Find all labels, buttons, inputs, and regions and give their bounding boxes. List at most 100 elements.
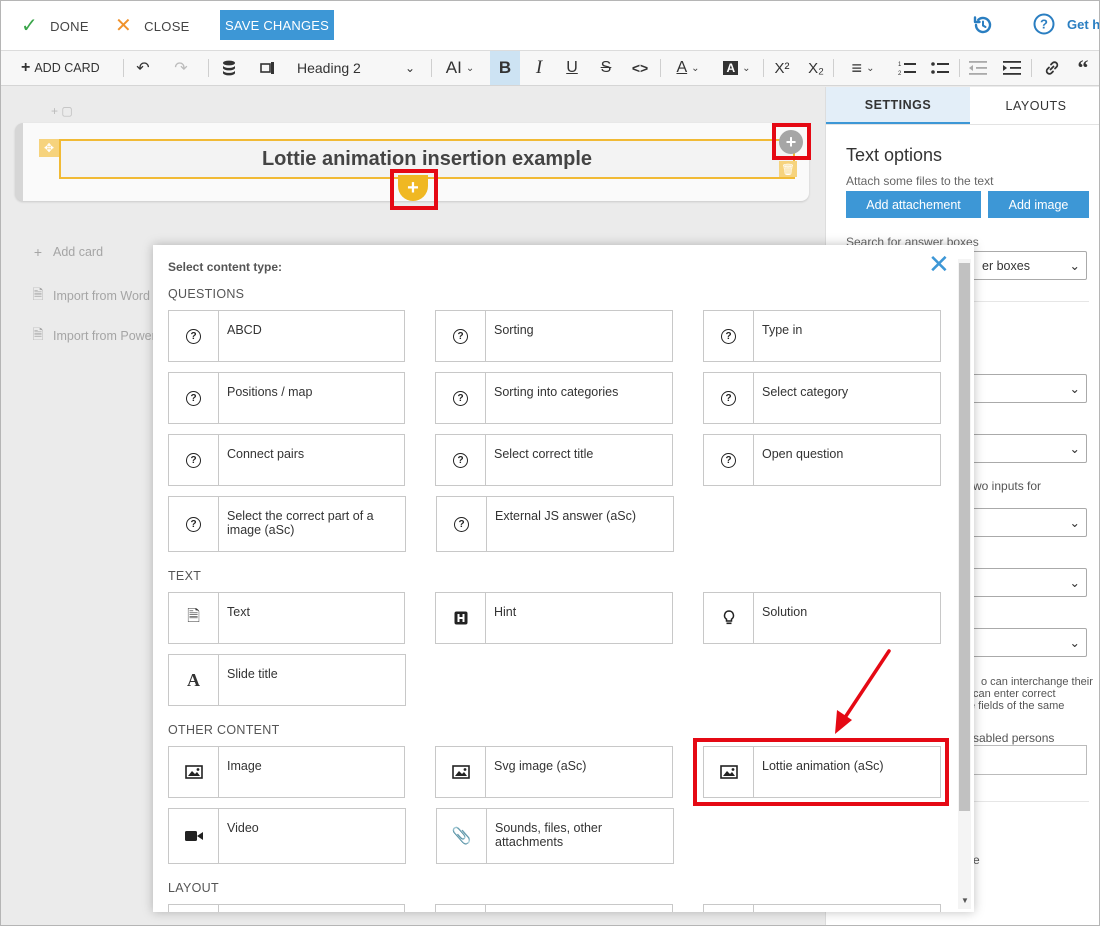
- option-connect-pairs[interactable]: ? Connect pairs: [168, 434, 405, 486]
- text-color-icon: A: [676, 59, 688, 76]
- check-icon: ✓: [21, 15, 39, 37]
- small-add-icon[interactable]: + ▢: [51, 104, 73, 118]
- trash-icon[interactable]: 🗑: [779, 161, 797, 177]
- option-layout-1[interactable]: [168, 904, 405, 912]
- option-video[interactable]: Video: [168, 808, 406, 864]
- add-card-link[interactable]: + Add card: [31, 244, 103, 260]
- option-label: Select correct title: [494, 447, 594, 461]
- disabled-input[interactable]: [961, 745, 1087, 775]
- text-color-button[interactable]: A ⌄: [668, 51, 708, 85]
- move-icon[interactable]: ✥: [39, 139, 59, 157]
- option-positions-map[interactable]: ? Positions / map: [168, 372, 405, 424]
- option-hint[interactable]: Hint: [435, 592, 673, 644]
- option-type-in[interactable]: ? Type in: [703, 310, 941, 362]
- settings-select-2[interactable]: ⌄: [961, 434, 1087, 463]
- video-camera-icon: [184, 831, 203, 841]
- subscript-button[interactable]: X₂: [805, 51, 827, 85]
- italic-button[interactable]: I: [528, 51, 550, 85]
- insert-object-icon[interactable]: [258, 51, 278, 85]
- option-select-category[interactable]: ? Select category: [703, 372, 941, 424]
- import-power-link[interactable]: 🗎 Import from Power: [31, 324, 155, 348]
- option-external-js[interactable]: ? External JS answer (aSc): [436, 496, 674, 552]
- tab-layouts[interactable]: LAYOUTS: [970, 87, 1099, 124]
- plus-icon: +: [21, 59, 31, 76]
- history-icon[interactable]: [971, 13, 995, 37]
- option-solution[interactable]: Solution: [703, 592, 941, 644]
- redo-icon[interactable]: ↷: [171, 51, 191, 85]
- attach-text: Attach some files to the text: [846, 174, 994, 188]
- add-image-button[interactable]: Add image: [988, 191, 1089, 218]
- option-label: Video: [227, 821, 259, 835]
- add-card-text: Add card: [53, 245, 104, 259]
- option-sorting-categories[interactable]: ? Sorting into categories: [435, 372, 673, 424]
- option-layout-3[interactable]: [703, 904, 941, 912]
- add-attachment-button[interactable]: Add attachement: [846, 191, 981, 218]
- help-label: Get he: [1067, 16, 1100, 32]
- settings-select-1[interactable]: ⌄: [961, 374, 1087, 403]
- image-icon: [184, 765, 203, 779]
- paperclip-icon: 📎: [451, 828, 472, 845]
- option-slide-title[interactable]: A Slide title: [168, 654, 406, 706]
- align-button[interactable]: ≡ ⌄: [843, 51, 883, 85]
- add-card-toolbar-button[interactable]: + ADD CARD: [21, 51, 100, 85]
- option-label: Sorting into categories: [494, 385, 619, 399]
- section-other-content: OTHER CONTENT: [168, 723, 280, 737]
- bullet-list-icon[interactable]: [929, 51, 951, 85]
- indent-icon[interactable]: [1001, 51, 1023, 85]
- link-icon[interactable]: [1041, 51, 1063, 85]
- panel-fragment-e: e: [973, 853, 980, 867]
- option-image[interactable]: Image: [168, 746, 405, 798]
- underline-button[interactable]: U: [561, 51, 583, 85]
- superscript-button[interactable]: X²: [771, 51, 793, 85]
- scrollbar-thumb[interactable]: [959, 263, 970, 811]
- option-label: Hint: [494, 605, 517, 619]
- option-label: Text: [227, 605, 250, 619]
- settings-select-3[interactable]: ⌄: [961, 508, 1087, 537]
- numbered-list-icon[interactable]: 12: [896, 51, 918, 85]
- highlight-color-icon: A: [723, 61, 739, 75]
- scroll-down-icon[interactable]: ▼: [961, 896, 969, 905]
- dialog-close-icon[interactable]: ✕: [928, 251, 950, 277]
- option-select-correct-part[interactable]: ? Select the correct part of a image (aS…: [168, 496, 406, 552]
- highlight-color-button[interactable]: A ⌄: [717, 51, 757, 85]
- heading-select[interactable]: Heading 2 ⌄: [289, 57, 423, 79]
- done-button[interactable]: ✓ DONE: [21, 14, 89, 38]
- font-size-button[interactable]: AI ⌄: [439, 51, 481, 85]
- settings-select-5[interactable]: ⌄: [961, 628, 1087, 657]
- import-word-link[interactable]: 🗎 Import from Word: [31, 284, 150, 308]
- inputs-label: wo inputs for: [973, 479, 1042, 493]
- question-icon: ?: [186, 390, 201, 406]
- undo-icon[interactable]: ↶: [133, 51, 153, 85]
- bold-button[interactable]: B: [490, 51, 520, 85]
- dialog-scrollbar[interactable]: ▼: [958, 259, 971, 909]
- outdent-icon[interactable]: [967, 51, 989, 85]
- option-label: ABCD: [227, 323, 262, 337]
- word-file-icon: 🗎: [32, 286, 44, 302]
- database-icon[interactable]: [219, 51, 239, 85]
- plus-icon: +: [33, 244, 43, 260]
- option-label: Solution: [762, 605, 808, 619]
- option-layout-2[interactable]: [435, 904, 673, 912]
- strikethrough-button[interactable]: S: [595, 51, 617, 85]
- quote-icon[interactable]: “: [1073, 51, 1093, 85]
- option-sounds-files[interactable]: 📎 Sounds, files, other attachments: [436, 808, 674, 864]
- tab-settings[interactable]: SETTINGS: [826, 87, 970, 124]
- section-text: TEXT: [168, 569, 202, 583]
- help-button[interactable]: ? Get he: [1033, 13, 1100, 35]
- code-icon[interactable]: <>: [628, 51, 652, 85]
- close-button[interactable]: ✕ CLOSE: [115, 14, 190, 38]
- answer-boxes-select[interactable]: er boxes ⌄: [961, 251, 1087, 280]
- slide-title-icon: A: [187, 669, 200, 690]
- option-abcd[interactable]: ? ABCD: [168, 310, 405, 362]
- option-sorting[interactable]: ? Sorting: [435, 310, 673, 362]
- add-column-plus-icon[interactable]: +: [779, 130, 803, 154]
- chevron-down-icon: ⌄: [742, 62, 751, 74]
- dialog-title: Select content type:: [168, 260, 283, 274]
- save-changes-button[interactable]: SAVE CHANGES: [220, 10, 334, 40]
- question-icon: ?: [186, 516, 201, 532]
- settings-select-4[interactable]: ⌄: [961, 568, 1087, 597]
- option-text[interactable]: 🗎 Text: [168, 592, 405, 644]
- option-open-question[interactable]: ? Open question: [703, 434, 941, 486]
- option-select-correct-title[interactable]: ? Select correct title: [435, 434, 673, 486]
- option-svg-image[interactable]: Svg image (aSc): [435, 746, 673, 798]
